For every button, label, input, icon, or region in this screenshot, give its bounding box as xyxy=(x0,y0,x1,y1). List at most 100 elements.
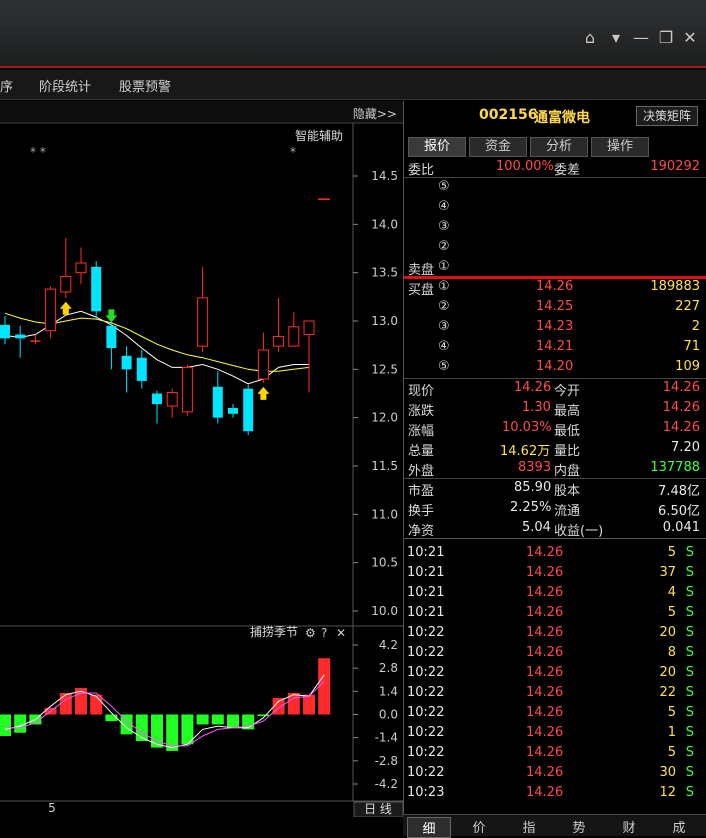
change-value: 1.30 xyxy=(522,400,551,415)
tab-trend[interactable]: 势 xyxy=(557,817,601,836)
tab-deals[interactable]: 成 xyxy=(657,817,701,836)
order-diff-label: 委差 xyxy=(554,163,581,178)
help-icon[interactable]: ? xyxy=(321,626,327,640)
minimize-icon[interactable]: — xyxy=(631,28,651,48)
candle-body xyxy=(197,297,209,347)
price-tick-label: 13.0 xyxy=(371,314,398,328)
tick-volume: 5 xyxy=(667,705,676,720)
tick-time: 10:21 xyxy=(407,585,445,600)
candle-body xyxy=(181,366,193,413)
stat-row: 涨幅 10.03% 最低 14.26 xyxy=(404,418,706,439)
stat-label: 量比 xyxy=(554,444,581,459)
change-percent: 10.03% xyxy=(502,420,552,435)
tick-side: S xyxy=(685,565,694,580)
tick-row: 10:22 14.26 30 S xyxy=(404,763,706,783)
tick-row: 10:22 14.26 20 S xyxy=(404,623,706,643)
indicator-tick-label: -2.8 xyxy=(375,754,398,768)
menu-item-stock-alert[interactable]: 股票预警 xyxy=(119,76,171,95)
tick-list[interactable]: 10:21 14.26 5 S 10:21 14.26 37 S 10:21 14.26 4 S 10:… xyxy=(403,538,706,814)
buy-level-row: ③ 14.23 2 xyxy=(404,317,706,337)
indicator-tick-label: -1.4 xyxy=(375,731,398,745)
tick-row: 10:22 14.26 1 S xyxy=(404,723,706,743)
buy-level-row: 买盘 ① 14.26 189883 xyxy=(404,277,706,298)
buy-price: 14.26 xyxy=(536,279,574,294)
tick-side: S xyxy=(685,665,694,680)
macd-bar xyxy=(105,714,118,722)
candle-body xyxy=(45,288,57,332)
buy-volume: 109 xyxy=(675,359,700,374)
sell-level-row: 卖盘 ① xyxy=(404,257,706,278)
tab-finance[interactable]: 财 xyxy=(607,817,651,836)
stat-label: 涨跌 xyxy=(408,404,435,419)
price-tick-label: 10.5 xyxy=(371,556,398,570)
tab-analysis[interactable]: 分析 xyxy=(530,137,588,157)
candle-body xyxy=(75,262,87,274)
buy-level-index: ⑤ xyxy=(438,359,450,374)
restore-icon[interactable]: ❐ xyxy=(656,28,676,48)
tick-side: S xyxy=(685,585,694,600)
kline-chart-area[interactable]: 隐藏>> 智能辅助 * * * 14.5 14.0 13.5 13.0 12.5 12.0 11.5… xyxy=(0,101,403,817)
candle-body xyxy=(212,386,223,418)
order-ratio-value: 100.00% xyxy=(496,159,554,174)
fund-label: 换手 xyxy=(408,504,435,519)
sell-level-index: ② xyxy=(438,239,450,254)
menu-item-sort[interactable]: 序 xyxy=(0,76,13,95)
tick-volume: 20 xyxy=(659,625,676,640)
stat-label: 今开 xyxy=(554,384,581,399)
stat-label: 最低 xyxy=(554,424,581,439)
candle-body xyxy=(228,408,238,414)
fund-label: 市盈 xyxy=(408,484,435,499)
tab-operation[interactable]: 操作 xyxy=(591,137,649,157)
tick-volume: 5 xyxy=(667,605,676,620)
tab-price[interactable]: 价 xyxy=(457,817,501,836)
buy-price: 14.20 xyxy=(536,359,574,374)
buy-volume: 189883 xyxy=(650,279,700,294)
candle-body xyxy=(257,349,269,380)
tick-time: 10:22 xyxy=(407,665,445,680)
volume-ratio: 7.20 xyxy=(671,440,700,455)
tab-funds[interactable]: 资金 xyxy=(469,137,527,157)
buy-price: 14.25 xyxy=(536,299,574,314)
close-indicator-icon[interactable]: ✕ xyxy=(336,626,346,640)
buy-level-index: ① xyxy=(438,279,450,294)
tick-volume: 30 xyxy=(659,765,676,780)
bottom-tabs: 细 价 指 势 财 成 xyxy=(403,814,706,838)
buy-price: 14.23 xyxy=(536,319,574,334)
sell-level-row: ② xyxy=(404,237,706,257)
stat-label: 现价 xyxy=(408,384,435,399)
float-shares: 6.50亿 xyxy=(658,504,700,519)
tick-row: 10:21 14.26 4 S xyxy=(404,583,706,603)
fund-row: 净资 5.04 收益(一) 0.041 xyxy=(404,518,706,539)
menu-item-stage-stats[interactable]: 阶段统计 xyxy=(39,76,91,95)
kline-chart-svg[interactable]: 隐藏>> 智能辅助 * * * 14.5 14.0 13.5 13.0 12.5 12.0 11.5… xyxy=(0,101,403,817)
fund-label: 流通 xyxy=(554,504,581,519)
close-icon[interactable]: ✕ xyxy=(680,28,700,48)
buy-arrow-icon xyxy=(59,301,72,315)
tick-volume: 1 xyxy=(667,725,676,740)
tick-volume: 8 xyxy=(667,645,676,660)
sell-level-row: ④ xyxy=(404,197,706,217)
stat-row: 外盘 8393 内盘 137788 xyxy=(404,458,706,479)
decision-matrix-button[interactable]: 决策矩阵 xyxy=(636,106,698,126)
tick-row: 10:23 14.26 12 S xyxy=(404,783,706,803)
tick-time: 10:22 xyxy=(407,625,445,640)
dropdown-icon[interactable]: ▾ xyxy=(606,28,626,48)
tab-quote[interactable]: 报价 xyxy=(408,137,466,157)
home-icon[interactable]: ⌂ xyxy=(580,28,600,48)
earnings: 0.041 xyxy=(662,520,700,535)
gear-icon[interactable]: ⚙ xyxy=(305,626,316,640)
tab-detail[interactable]: 细 xyxy=(407,817,451,838)
quote-panel: 委比 100.00% 委差 190292 ⑤ ④ ③ ② 卖盘 ① 买盘 ① 1… xyxy=(403,157,706,539)
hide-button[interactable]: 隐藏>> xyxy=(353,107,397,121)
period-selector[interactable]: 日 线 xyxy=(364,802,392,816)
stat-label: 内盘 xyxy=(554,464,581,479)
tick-time: 10:21 xyxy=(407,565,445,580)
tick-price: 14.26 xyxy=(526,625,564,640)
candle-body xyxy=(60,276,72,293)
tick-row: 10:22 14.26 8 S xyxy=(404,643,706,663)
net-assets: 5.04 xyxy=(522,520,551,535)
buy-label: 买盘 xyxy=(408,283,435,298)
tab-index[interactable]: 指 xyxy=(507,817,551,836)
menu-bar: 序 阶段统计 股票预警 xyxy=(0,70,706,100)
tick-row: 10:22 14.26 20 S xyxy=(404,663,706,683)
